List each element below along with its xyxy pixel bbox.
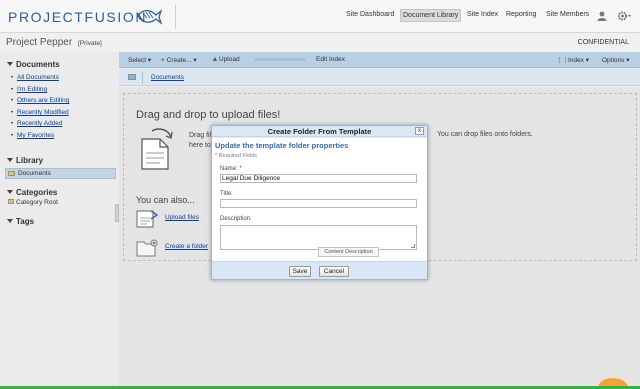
- nav-site-dashboard[interactable]: Site Dashboard: [346, 11, 394, 18]
- logo[interactable]: PROJECTFUSION: [8, 9, 147, 25]
- gear-icon[interactable]: [617, 10, 632, 22]
- nav-document-library[interactable]: Document Library: [400, 9, 462, 22]
- options-menu-button[interactable]: Options ▾: [602, 56, 629, 64]
- folder-icon: [8, 171, 15, 176]
- site-visibility: [Private]: [78, 40, 102, 47]
- breadcrumb-divider: [142, 71, 143, 84]
- site-title: Project Pepper: [6, 37, 73, 48]
- library-item-label: Documents: [18, 170, 51, 177]
- filter-recently-added[interactable]: Recently Added: [11, 120, 62, 127]
- collapse-triangle-icon: [7, 219, 13, 223]
- folder-icon: [8, 199, 14, 204]
- nav-site-members[interactable]: Site Members: [546, 11, 589, 18]
- save-button[interactable]: Save: [289, 266, 311, 277]
- upload-button[interactable]: Upload: [213, 56, 240, 63]
- site-title-row: Project Pepper [Private] CONFIDENTIAL: [0, 33, 640, 52]
- create-menu-button[interactable]: + Create... ▾: [161, 56, 197, 64]
- user-icon[interactable]: [597, 11, 607, 21]
- title-input[interactable]: [220, 199, 417, 208]
- filter-recently-modified[interactable]: Recently Modified: [11, 109, 69, 116]
- documents-heading[interactable]: Documents: [7, 60, 60, 69]
- breadcrumb-documents[interactable]: Documents: [151, 74, 184, 81]
- tags-heading-label: Tags: [16, 217, 35, 226]
- categories-heading-label: Categories: [16, 188, 58, 197]
- upload-files-icon[interactable]: [136, 209, 158, 228]
- categories-heading[interactable]: Categories: [7, 188, 57, 197]
- header-divider: [175, 5, 176, 29]
- filter-all-documents[interactable]: All Documents: [11, 74, 59, 81]
- dropzone-title: Drag and drop to upload files!: [136, 109, 281, 121]
- disabled-toolbar-item: [255, 58, 305, 61]
- collapse-triangle-icon: [7, 190, 13, 194]
- create-folder-link[interactable]: Create a folder: [165, 243, 208, 250]
- dialog-body: Update the template folder properties * …: [212, 138, 427, 261]
- library-heading[interactable]: Library: [7, 156, 43, 165]
- dialog-footer: Save Cancel: [212, 261, 427, 279]
- library-tree-documents[interactable]: Documents: [5, 168, 116, 179]
- nav-reporting[interactable]: Reporting: [506, 11, 536, 18]
- classification-label: CONFIDENTIAL: [577, 39, 629, 46]
- category-root-label: Category Root: [16, 199, 58, 206]
- category-root[interactable]: Category Root: [8, 199, 58, 206]
- upload-label: Upload: [219, 56, 240, 63]
- description-label: Description:: [220, 216, 252, 222]
- upload-arrow-icon: [213, 57, 217, 61]
- dialog-close-button[interactable]: x: [415, 127, 424, 135]
- dialog-title[interactable]: Create Folder From Template: [212, 126, 427, 137]
- drag-document-icon: [141, 128, 173, 170]
- library-heading-label: Library: [16, 156, 44, 165]
- filter-others-editing[interactable]: Others are Editing: [11, 97, 69, 104]
- cancel-button[interactable]: Cancel: [319, 266, 349, 277]
- name-label: Name: *: [220, 166, 242, 172]
- tags-heading[interactable]: Tags: [7, 217, 34, 226]
- required-fields-note: * Required Fields: [215, 153, 258, 159]
- logo-fish-icon: [137, 9, 162, 25]
- doclib-toolbar: Select ▾ + Create... ▾ Upload Edit Index…: [119, 52, 640, 68]
- sidebar: Documents All Documents I'm Editing Othe…: [0, 52, 118, 389]
- upload-files-link[interactable]: Upload files: [165, 214, 199, 221]
- documents-heading-label: Documents: [16, 60, 60, 69]
- dialog-heading: Update the template folder properties: [215, 141, 349, 150]
- you-can-also-heading: You can also...: [136, 195, 195, 205]
- resize-grip-icon[interactable]: [411, 244, 415, 248]
- create-folder-dialog: Create Folder From Template x Update the…: [211, 125, 428, 280]
- select-menu-button[interactable]: Select ▾: [128, 56, 151, 64]
- filter-im-editing[interactable]: I'm Editing: [11, 86, 47, 93]
- top-bar: PROJECTFUSION Site Dashboard Document Li…: [0, 0, 640, 33]
- folder-up-icon[interactable]: [128, 74, 136, 80]
- create-folder-icon[interactable]: [136, 238, 158, 257]
- collapse-triangle-icon: [7, 62, 13, 66]
- dropzone-right-text: You can drop files onto folders.: [437, 131, 533, 138]
- breadcrumb: Documents: [119, 69, 640, 86]
- index-menu-button[interactable]: Index ▾: [568, 56, 589, 64]
- collapse-triangle-icon: [7, 158, 13, 162]
- name-input[interactable]: Legal Due Diligence: [220, 174, 417, 183]
- description-tooltip: Content Description: [318, 247, 379, 257]
- edit-index-button[interactable]: Edit Index: [316, 56, 345, 63]
- title-label: Title:: [220, 191, 233, 197]
- nav-site-index[interactable]: Site Index: [467, 11, 498, 18]
- filter-my-favorites[interactable]: My Favorites: [11, 132, 54, 139]
